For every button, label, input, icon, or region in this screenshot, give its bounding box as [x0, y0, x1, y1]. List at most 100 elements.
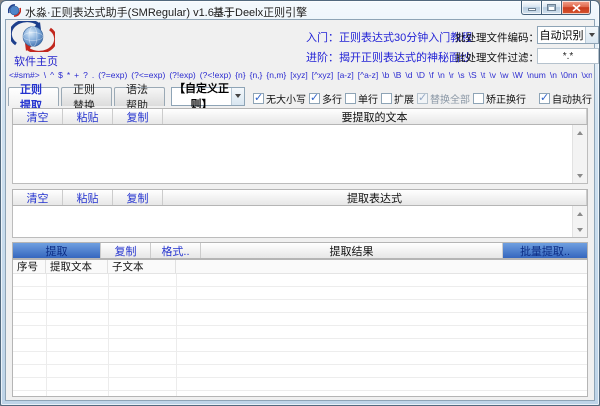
option-checkbox[interactable]: 自动执行 — [539, 91, 592, 106]
format-button[interactable]: 格式.. — [151, 243, 201, 258]
window-title: 水淼·正则表达式助手(SMRegular) v1.6.3.1 — [25, 4, 232, 20]
regex-symbol[interactable]: {n,m} — [266, 70, 286, 80]
expression-textarea[interactable] — [12, 206, 588, 238]
chevron-down-icon[interactable] — [585, 27, 598, 43]
regex-symbol[interactable]: \0nn — [561, 70, 578, 80]
regex-symbol[interactable]: \n — [550, 70, 557, 80]
tab-and-options-row: 正则提取正则替换语法帮助 【自定义正则】 无大小写 多行 单行 扩展 替换全部 矫正换行自… — [8, 86, 592, 106]
regex-symbol[interactable]: (?<=exp) — [131, 70, 165, 80]
regex-symbol[interactable]: \b — [382, 70, 389, 80]
regex-symbol[interactable]: (?!exp) — [169, 70, 195, 80]
regex-symbol[interactable]: \xnn — [581, 70, 592, 80]
source-textarea[interactable] — [12, 125, 588, 184]
regex-symbol[interactable]: \n — [438, 70, 445, 80]
checkbox-icon — [417, 93, 428, 104]
regex-symbol[interactable]: ^ — [50, 70, 54, 80]
home-page-link[interactable]: 软件主页 — [14, 53, 58, 69]
encoding-select[interactable]: 自动识别 — [537, 26, 599, 44]
regex-symbol[interactable]: <#sm#> — [9, 70, 40, 80]
option-label: 扩展 — [394, 91, 414, 106]
regex-symbol[interactable]: \s — [458, 70, 465, 80]
option-checkbox[interactable]: 扩展 — [381, 91, 414, 106]
app-window: 水淼·正则表达式助手(SMRegular) v1.6.3.1 基于Deelx正则… — [0, 0, 600, 406]
regex-symbol[interactable]: \w — [500, 70, 509, 80]
result-header: 提取结果 — [201, 243, 503, 258]
column-header-index[interactable]: 序号 — [13, 260, 46, 273]
checkbox-icon — [309, 93, 320, 104]
regex-symbol[interactable]: $ — [58, 70, 63, 80]
regex-symbol[interactable]: [^a-z] — [358, 70, 379, 80]
regex-symbol[interactable]: (?=exp) — [98, 70, 127, 80]
regex-symbol[interactable]: . — [92, 70, 94, 80]
regex-symbol[interactable]: (?<!exp) — [200, 70, 231, 80]
regex-symbol[interactable]: \B — [393, 70, 401, 80]
extract-button[interactable]: 提取 — [13, 243, 101, 258]
regex-symbol[interactable]: * — [67, 70, 70, 80]
clear-expression-button[interactable]: 清空 — [13, 190, 63, 205]
option-label: 替换全部 — [430, 91, 470, 106]
option-checkbox[interactable]: 无大小写 — [253, 91, 306, 106]
minimize-button[interactable] — [521, 1, 542, 15]
maximize-button[interactable] — [542, 1, 562, 15]
scroll-down-icon[interactable] — [575, 226, 585, 236]
expression-scrollbar[interactable] — [572, 206, 587, 237]
chevron-down-icon[interactable] — [231, 88, 244, 105]
regex-symbol[interactable]: \f — [429, 70, 434, 80]
regex-symbol[interactable]: \r — [449, 70, 454, 80]
option-label: 无大小写 — [266, 91, 306, 106]
option-label: 矫正换行 — [486, 91, 526, 106]
option-checkbox[interactable]: 单行 — [345, 91, 378, 106]
close-button[interactable] — [562, 1, 591, 15]
copy-expression-button[interactable]: 复制 — [113, 190, 163, 205]
regex-symbol[interactable]: \W — [513, 70, 523, 80]
regex-symbols-row: <#sm#> \ ^ $ * +?. (?=exp) (?<=exp) (?!exp) (?<!e… — [9, 68, 592, 82]
copy-result-button[interactable]: 复制 — [101, 243, 151, 258]
tab-bar: 正则提取正则替换语法帮助 — [8, 86, 167, 106]
file-filter-input[interactable] — [537, 48, 599, 64]
batch-extract-button[interactable]: 批量提取.. — [503, 243, 587, 258]
regex-symbol[interactable]: \d — [405, 70, 412, 80]
regex-symbol[interactable]: [a-z] — [337, 70, 354, 80]
checkbox-icon — [345, 93, 356, 104]
titlebar[interactable]: 水淼·正则表达式助手(SMRegular) v1.6.3.1 基于Deelx正则… — [1, 1, 599, 19]
regex-symbol[interactable]: \ — [44, 70, 46, 80]
column-header-subtext[interactable]: 子文本 — [108, 260, 176, 273]
regex-preset-select[interactable]: 【自定义正则】 — [171, 87, 245, 106]
paste-source-button[interactable]: 粘贴 — [63, 109, 113, 124]
option-label: 单行 — [358, 91, 378, 106]
source-header: 要提取的文本 — [163, 109, 587, 124]
scroll-up-icon[interactable] — [575, 207, 585, 217]
regex-symbol[interactable]: {n} — [235, 70, 245, 80]
results-column-headers: 序号 提取文本 子文本 — [13, 260, 587, 274]
regex-symbol[interactable]: \num — [527, 70, 546, 80]
source-scrollbar[interactable] — [572, 125, 587, 183]
checkbox-icon — [539, 93, 550, 104]
advanced-tutorial-link[interactable]: 进阶：揭开正则表达式的神秘面纱 — [306, 49, 471, 65]
regex-symbol[interactable]: \D — [416, 70, 425, 80]
scroll-up-icon[interactable] — [575, 126, 585, 136]
option-checkbox[interactable]: 多行 — [309, 91, 342, 106]
beginner-tutorial-link[interactable]: 入门：正则表达式30分钟入门教程 — [306, 29, 472, 45]
regex-symbol[interactable]: ? — [83, 70, 88, 80]
regex-symbol[interactable]: \t — [481, 70, 486, 80]
scroll-down-icon[interactable] — [575, 172, 585, 182]
results-rows[interactable] — [13, 274, 587, 396]
tab-0[interactable]: 正则提取 — [8, 87, 59, 106]
copy-source-button[interactable]: 复制 — [113, 109, 163, 124]
option-label: 多行 — [322, 91, 342, 106]
regex-symbol[interactable]: [^xyz] — [312, 70, 333, 80]
regex-symbol[interactable]: \v — [489, 70, 496, 80]
regex-symbol[interactable]: {n,} — [250, 70, 263, 80]
regex-symbol[interactable]: + — [74, 70, 79, 80]
paste-expression-button[interactable]: 粘贴 — [63, 190, 113, 205]
option-checkbox[interactable]: 矫正换行 — [473, 91, 526, 106]
regex-symbol[interactable]: [xyz] — [290, 70, 307, 80]
column-header-text[interactable]: 提取文本 — [46, 260, 108, 273]
options-row: 无大小写 多行 单行 扩展 替换全部 矫正换行自动执行 — [253, 91, 592, 106]
clear-source-button[interactable]: 清空 — [13, 109, 63, 124]
tab-2[interactable]: 语法帮助 — [114, 87, 165, 106]
tab-1[interactable]: 正则替换 — [61, 87, 112, 106]
regex-symbol[interactable]: \S — [469, 70, 477, 80]
results-listview[interactable]: 序号 提取文本 子文本 — [12, 259, 588, 397]
encoding-label: 批处理文件编码： — [455, 30, 539, 45]
